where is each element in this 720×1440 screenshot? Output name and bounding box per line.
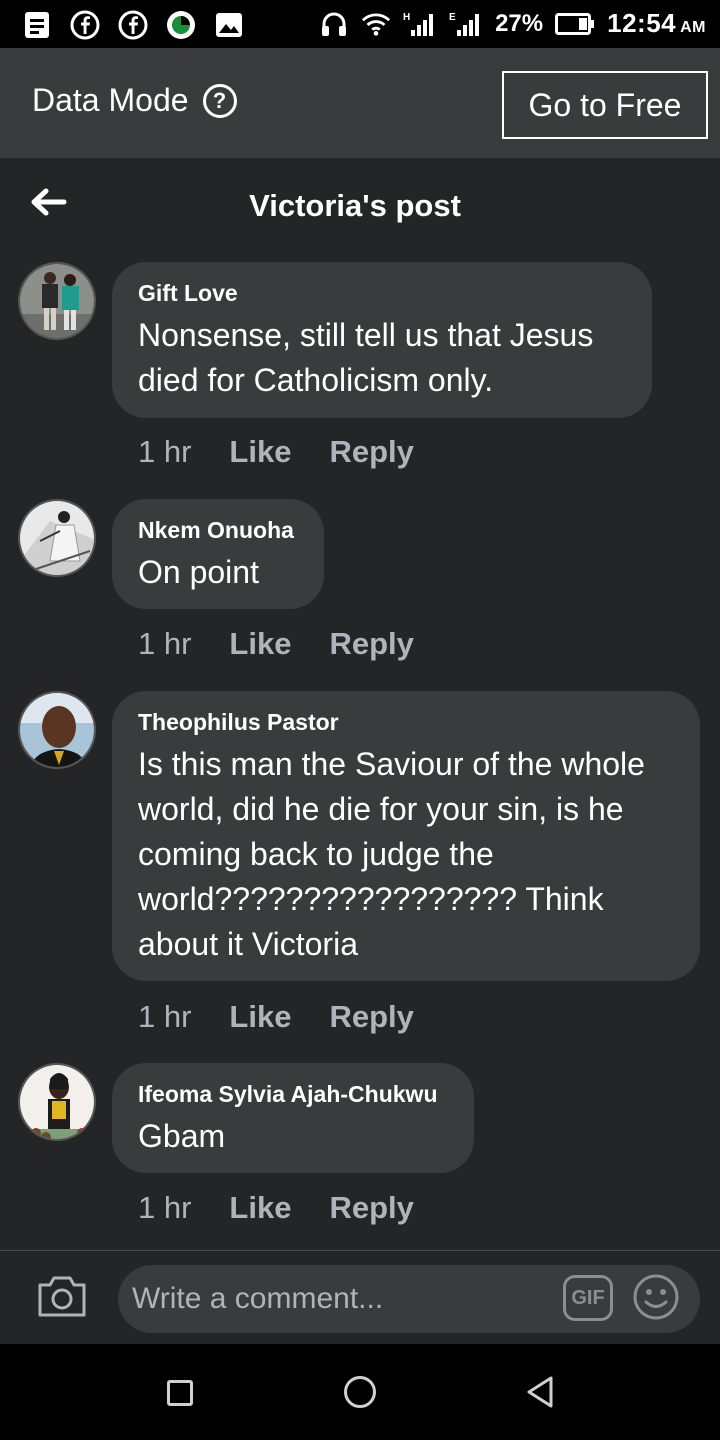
- comment-input[interactable]: Write a comment... GIF: [118, 1265, 700, 1333]
- comment-text: Is this man the Saviour of the whole wor…: [138, 746, 645, 962]
- comment-author[interactable]: Gift Love: [138, 280, 626, 307]
- battery-icon: [555, 9, 595, 39]
- wifi-icon: [361, 9, 391, 39]
- comment-text: Nonsense, still tell us that Jesus died …: [138, 317, 594, 398]
- comment-input-placeholder: Write a comment...: [132, 1282, 384, 1315]
- image-icon: [214, 10, 244, 40]
- camera-icon[interactable]: [36, 1273, 88, 1319]
- recent-apps-icon[interactable]: [167, 1380, 193, 1406]
- comment-time: 1 hr: [138, 1190, 192, 1225]
- avatar[interactable]: [18, 262, 96, 340]
- headphones-icon: [319, 9, 349, 39]
- avatar[interactable]: [18, 691, 96, 769]
- like-button[interactable]: Like: [229, 1190, 291, 1226]
- comment-bubble[interactable]: Gift Love Nonsense, still tell us that J…: [112, 262, 652, 418]
- comment-bubble[interactable]: Nkem Onuoha On point: [112, 499, 324, 609]
- comment-bubble[interactable]: Theophilus Pastor Is this man the Saviou…: [112, 691, 700, 981]
- reply-button[interactable]: Reply: [329, 999, 413, 1035]
- gif-button[interactable]: GIF: [563, 1275, 613, 1321]
- comment-time: 1 hr: [138, 626, 192, 661]
- home-icon[interactable]: [344, 1376, 376, 1408]
- data-mode-bar: Data Mode ? Go to Free: [0, 48, 720, 158]
- avatar[interactable]: [18, 499, 96, 577]
- comment-bubble[interactable]: Ifeoma Sylvia Ajah-Chukwu Gbam: [112, 1063, 474, 1173]
- reply-button[interactable]: Reply: [329, 1190, 413, 1226]
- reply-button[interactable]: Reply: [329, 626, 413, 662]
- comment-author[interactable]: Theophilus Pastor: [138, 709, 674, 736]
- comment-text: Gbam: [138, 1118, 226, 1154]
- signal-icon: E: [449, 9, 483, 39]
- facebook-icon: [118, 10, 148, 40]
- app-icon: [166, 10, 196, 40]
- comment-author[interactable]: Ifeoma Sylvia Ajah-Chukwu: [138, 1081, 448, 1108]
- system-nav-bar: [0, 1344, 720, 1440]
- status-bar: H E 27% 12:54 AM: [0, 0, 720, 48]
- post-header: Victoria's post: [0, 158, 720, 250]
- like-button[interactable]: Like: [229, 434, 291, 470]
- notes-icon: [22, 10, 52, 40]
- emoji-icon[interactable]: [632, 1273, 680, 1321]
- comment-actions: 1 hr Like Reply: [138, 1190, 414, 1226]
- battery-percent: 27%: [495, 9, 544, 37]
- comment-time: 1 hr: [138, 999, 192, 1034]
- facebook-icon: [70, 10, 100, 40]
- clock: 12:54 AM: [607, 8, 706, 38]
- comment-actions: 1 hr Like Reply: [138, 999, 414, 1035]
- like-button[interactable]: Like: [229, 999, 291, 1035]
- comment-text: On point: [138, 554, 259, 590]
- help-icon[interactable]: ?: [202, 83, 237, 118]
- svg-text:E: E: [449, 12, 456, 23]
- comment-time: 1 hr: [138, 434, 192, 469]
- comment-composer: Write a comment... GIF: [0, 1250, 720, 1344]
- back-icon[interactable]: [524, 1374, 556, 1410]
- comment-actions: 1 hr Like Reply: [138, 626, 414, 662]
- svg-text:H: H: [403, 12, 410, 23]
- signal-icon: H: [403, 9, 437, 39]
- data-mode-label[interactable]: Data Mode ?: [32, 82, 237, 119]
- reply-button[interactable]: Reply: [329, 434, 413, 470]
- avatar[interactable]: [18, 1063, 96, 1141]
- page-title: Victoria's post: [249, 188, 461, 223]
- comment-actions: 1 hr Like Reply: [138, 434, 414, 470]
- comment-author[interactable]: Nkem Onuoha: [138, 517, 298, 544]
- go-to-free-button[interactable]: Go to Free: [502, 71, 708, 139]
- like-button[interactable]: Like: [229, 626, 291, 662]
